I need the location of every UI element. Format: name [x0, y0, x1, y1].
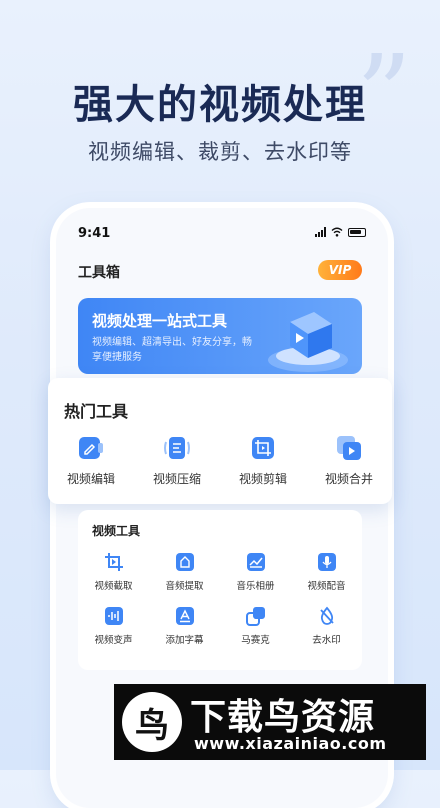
hot-tool-label: 视频压缩: [152, 472, 201, 486]
photo-album-icon: [246, 553, 265, 571]
watermark-title: 下载鸟资源: [190, 697, 376, 738]
video-cube-illustration: [268, 312, 348, 372]
video-tools-card: 视频工具 视频截取 音频提取 音乐相册 视频配音 视频变声 添加字幕 马赛克 去…: [78, 510, 362, 670]
promo-subhead: 视频编辑、裁剪、去水印等: [88, 140, 352, 164]
hot-tool-label: 视频合并: [324, 472, 373, 486]
banner-title: 视频处理一站式工具: [92, 312, 228, 330]
hot-tools-card: 热门工具 视频编辑 视频压缩 视频剪辑 视频合并: [48, 378, 392, 504]
hot-tool-video-merge[interactable]: 视频合并: [306, 434, 392, 487]
voice-change-icon: [104, 607, 123, 625]
hot-tools-title: 热门工具: [64, 402, 129, 421]
app-title: 工具箱: [78, 265, 120, 281]
hot-tool-video-clip[interactable]: 视频剪辑: [220, 434, 306, 487]
video-tools-title: 视频工具: [92, 524, 141, 538]
tool-label: 去水印: [312, 635, 341, 646]
microphone-icon: [317, 553, 336, 571]
compress-icon: [164, 437, 190, 459]
battery-icon: [348, 227, 366, 237]
crop-clip-icon: [252, 437, 274, 459]
hot-tool-video-compress[interactable]: 视频压缩: [134, 434, 220, 487]
edit-pen-icon: [79, 437, 103, 459]
vip-badge[interactable]: VIP: [318, 260, 362, 280]
tool-label: 添加字幕: [165, 635, 204, 646]
signal-icon: [315, 227, 326, 237]
tool-music-album[interactable]: 音乐相册: [220, 552, 291, 592]
subtitle-icon: [175, 607, 194, 625]
site-watermark: 鸟 下载鸟资源 www.xiazainiao.com: [114, 684, 426, 760]
promo-headline: 强大的视频处理: [73, 82, 367, 128]
tool-mosaic[interactable]: 马赛克: [220, 606, 291, 646]
tool-remove-watermark[interactable]: 去水印: [291, 606, 362, 646]
bird-logo-icon: 鸟: [122, 692, 182, 752]
hot-tool-video-edit[interactable]: 视频编辑: [48, 434, 134, 487]
mosaic-icon: [245, 607, 265, 626]
remove-watermark-icon: [319, 606, 334, 625]
tool-video-crop[interactable]: 视频截取: [78, 552, 149, 592]
watermark-logo-char: 鸟: [135, 706, 169, 746]
watermark-url: www.xiazainiao.com: [194, 734, 387, 753]
status-icons: [315, 227, 366, 237]
wifi-icon: [331, 227, 343, 237]
tool-add-subtitle[interactable]: 添加字幕: [149, 606, 220, 646]
hot-tool-label: 视频剪辑: [238, 472, 287, 486]
tool-voice-change[interactable]: 视频变声: [78, 606, 149, 646]
hot-tool-label: 视频编辑: [66, 472, 115, 486]
merge-icon: [337, 436, 361, 460]
status-time: 9:41: [78, 226, 111, 241]
tool-audio-extract[interactable]: 音频提取: [149, 552, 220, 592]
audio-extract-icon: [175, 553, 194, 571]
tool-label: 视频配音: [307, 581, 346, 592]
tool-video-dubbing[interactable]: 视频配音: [291, 552, 362, 592]
tool-label: 音乐相册: [236, 581, 275, 592]
tool-label: 音频提取: [165, 581, 204, 592]
crop-icon: [104, 553, 123, 571]
tool-label: 视频变声: [94, 635, 133, 646]
tool-label: 视频截取: [94, 581, 133, 592]
promo-banner[interactable]: 视频处理一站式工具 视频编辑、超清导出、好友分享，畅享便捷服务: [78, 298, 362, 374]
banner-description: 视频编辑、超清导出、好友分享，畅享便捷服务: [92, 337, 252, 363]
tool-label: 马赛克: [241, 635, 270, 646]
